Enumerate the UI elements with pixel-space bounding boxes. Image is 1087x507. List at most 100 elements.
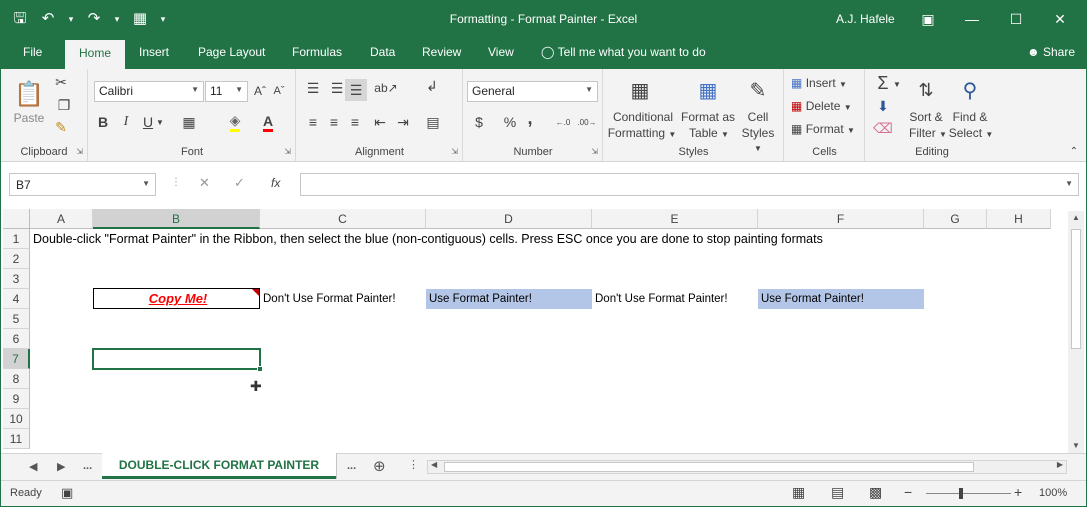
scroll-up-icon[interactable]: ▲ [1068,213,1084,222]
active-cell-b7[interactable] [92,348,263,372]
font-launcher-icon[interactable]: ⇲ [284,147,291,156]
row-header-3[interactable]: 3 [3,269,30,289]
delete-cells-button[interactable]: ▦ Delete ▼ [791,99,852,113]
cell-styles-icon[interactable]: ✎ [744,75,772,105]
prev-sheet-icon[interactable]: ◀ [29,460,37,473]
sort-filter-button[interactable]: Filter ▼ [906,126,950,140]
row-header-7[interactable]: 7 [3,349,30,369]
underline-dropdown-icon[interactable]: ▼ [156,115,164,129]
format-as-table-button[interactable]: Table ▼ [682,126,736,140]
format-painter-icon[interactable]: ✎ [53,119,69,135]
scroll-right-icon[interactable]: ▶ [1057,460,1063,469]
row-header-9[interactable]: 9 [3,389,30,409]
borders-icon[interactable]: ▦ [179,113,199,131]
row-header-8[interactable]: 8 [3,369,30,389]
underline-button[interactable]: U [140,113,156,131]
tab-home[interactable]: Home [65,40,126,69]
insert-function-button[interactable]: fx [271,176,280,190]
zoom-out-icon[interactable]: − [904,484,912,500]
conditional-formatting-label-1[interactable]: Conditional [608,110,678,124]
row-header-6[interactable]: 6 [3,329,30,349]
copy-icon[interactable]: ❐ [53,97,75,113]
row-header-11[interactable]: 11 [3,429,30,449]
sheet-tab-active[interactable]: DOUBLE-CLICK FORMAT PAINTER [102,453,336,479]
align-left-icon[interactable]: ≡ [303,113,323,131]
autosum-icon[interactable]: Σ [874,73,892,93]
percent-button[interactable]: % [502,113,518,131]
row-header-5[interactable]: 5 [3,309,30,329]
cancel-entry-icon[interactable]: ✕ [199,175,210,191]
cut-icon[interactable]: ✂ [53,74,69,90]
confirm-entry-icon[interactable]: ✓ [234,175,245,191]
column-header-h[interactable]: H [987,209,1051,229]
conditional-formatting-icon[interactable]: ▦ [626,75,654,105]
decrease-indent-icon[interactable]: ⇤ [370,113,390,131]
number-format-dropdown[interactable]: General ▼ [467,81,598,102]
tab-review[interactable]: Review [422,45,461,59]
zoom-slider[interactable] [926,488,1011,499]
italic-button[interactable]: I [118,113,134,131]
close-button[interactable]: ✕ [1037,4,1083,34]
column-header-b[interactable]: B [93,209,260,229]
sort-filter-label-1[interactable]: Sort & [906,110,946,124]
scroll-left-icon[interactable]: ◀ [431,460,437,469]
fill-handle[interactable] [257,366,263,372]
select-all-corner[interactable] [3,209,30,229]
cell-d4[interactable]: Use Format Painter! [426,289,592,309]
zoom-slider-knob[interactable] [959,488,963,499]
expand-formula-icon[interactable]: ▼ [1065,179,1073,188]
paste-icon[interactable]: 📋 [13,75,45,113]
user-name[interactable]: A.J. Hafele [836,12,895,26]
decrease-decimal-icon[interactable]: .00→ [576,113,598,131]
decrease-font-icon[interactable]: Aˇ [271,83,287,99]
column-header-c[interactable]: C [260,209,426,229]
collapse-ribbon-icon[interactable]: ⌃ [1067,145,1081,157]
row-header-1[interactable]: 1 [3,229,30,249]
formula-bar-grip[interactable]: ⋮ [171,177,181,188]
clipboard-launcher-icon[interactable]: ⇲ [76,147,83,156]
format-as-table-label-1[interactable]: Format as [679,110,737,124]
row-header-4[interactable]: 4 [3,289,30,309]
ribbon-display-icon[interactable]: ▣ [905,4,951,34]
clear-icon[interactable]: ⌫ [873,119,893,137]
vertical-scrollbar[interactable]: ▲ ▼ [1068,211,1084,453]
align-right-icon[interactable]: ≡ [345,113,365,131]
add-sheet-icon[interactable]: ⊕ [373,457,386,475]
insert-cells-button[interactable]: ▦ Insert ▼ [791,76,847,90]
bottom-align-icon[interactable]: ☰ [345,79,367,101]
find-select-button[interactable]: Select ▼ [948,126,994,140]
tab-insert[interactable]: Insert [139,45,169,59]
cell-e4[interactable]: Don't Use Format Painter! [592,289,758,309]
orientation-icon[interactable]: ab↗ [373,79,399,97]
share-button[interactable]: ☻ Share [1027,45,1075,59]
column-header-d[interactable]: D [426,209,592,229]
worksheet-grid[interactable]: A B C D E F G H 1 2 3 4 5 6 7 8 9 10 11 … [1,207,1086,453]
middle-align-icon[interactable]: ☰ [327,79,347,97]
wrap-text-icon[interactable]: ↲ [422,77,442,95]
format-as-table-icon[interactable]: ▦ [694,75,722,105]
scroll-down-icon[interactable]: ▼ [1068,441,1084,450]
column-header-e[interactable]: E [592,209,758,229]
sort-filter-icon[interactable]: ⇅ [912,75,940,105]
find-select-icon[interactable]: ⚲ [956,75,984,105]
top-align-icon[interactable]: ☰ [303,79,323,97]
more-sheets-left[interactable]: ... [83,460,92,472]
comma-button[interactable]: , [524,108,536,128]
tab-view[interactable]: View [488,45,514,59]
more-sheets-right[interactable]: ... [347,460,356,472]
increase-decimal-icon[interactable]: ←.0 [552,113,574,131]
align-center-icon[interactable]: ≡ [324,113,344,131]
column-header-a[interactable]: A [30,209,93,229]
number-launcher-icon[interactable]: ⇲ [591,147,598,156]
tell-me-box[interactable]: ◯ Tell me what you want to do [541,45,706,59]
merge-center-icon[interactable]: ▤ [423,113,443,131]
maximize-button[interactable]: ☐ [993,4,1039,34]
minimize-button[interactable]: — [949,4,995,34]
currency-button[interactable]: $ [472,113,486,131]
tab-data[interactable]: Data [370,45,395,59]
row-header-2[interactable]: 2 [3,249,30,269]
page-layout-view-icon[interactable]: ▤ [831,484,844,501]
normal-view-icon[interactable]: ▦ [792,484,805,501]
paste-label[interactable]: Paste [11,111,47,125]
column-header-f[interactable]: F [758,209,924,229]
